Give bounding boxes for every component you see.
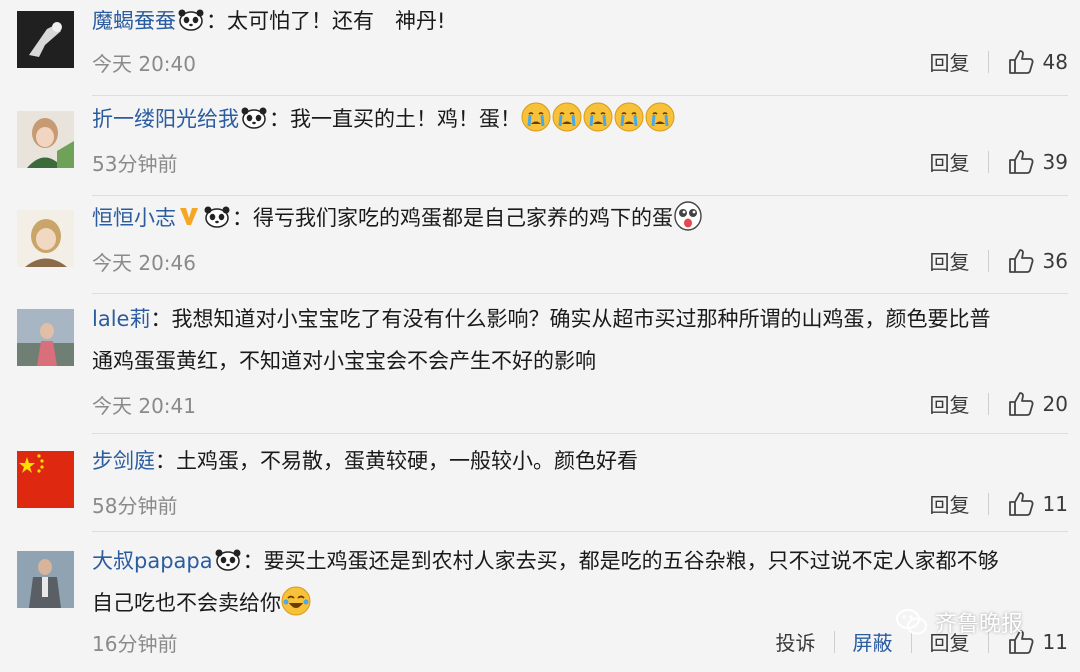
comment-actions: 回复 11 [930,489,1068,518]
comment-item: 折一缕阳光给我 ：我一直买的土！鸡！蛋！ 53分钟前 回复 39 [0,96,1080,196]
like-count: 39 [1042,149,1068,174]
like-count: 36 [1042,248,1068,273]
avatar[interactable] [17,551,74,608]
reply-button[interactable]: 回复 [930,147,970,176]
surprised-emoji-icon [673,201,704,231]
wechat-icon [896,609,927,635]
comment-body: 恒恒小志 ：得亏我们家吃的鸡蛋都是自己家养的鸡下的蛋 [92,197,1056,239]
comment-item: 大叔papapa ：要买土鸡蛋还是到农村人家去买，都是吃的五谷杂粮，只不过说不定人… [0,532,1080,672]
comment-item: 魔蝎蚕蚕 ：太可怕了！还有 神丹! 今天 20:40 回复 48 [0,0,1080,96]
watermark-text: 齐鲁晚报 [935,612,1024,637]
divider [833,630,835,653]
comment-time: 16分钟前 [92,632,178,656]
comment-text: 通鸡蛋蛋黄红，不知道对小宝宝会不会产生不好的影响 [92,349,596,373]
like-button[interactable]: 20 [1007,390,1068,418]
username-link[interactable]: 大叔papapa [92,549,213,573]
like-count: 20 [1042,391,1068,416]
thumbs-up-icon [1008,248,1034,273]
like-button[interactable]: 48 [1007,48,1068,76]
comment-text: 土鸡蛋，不易散，蛋黄较硬，一般较小。颜色好看 [176,449,638,473]
comment-text: 太可怕了！还有 神丹! [227,9,446,33]
comment-time: 今天 20:41 [92,394,196,418]
comment-body: 魔蝎蚕蚕 ：太可怕了！还有 神丹! [92,0,1056,42]
like-count: 11 [1042,629,1068,654]
username-link[interactable]: lale莉 [92,307,150,331]
username-link[interactable]: 折一缕阳光给我 [92,107,239,131]
comment-text: 要买土鸡蛋还是到农村人家去买，都是吃的五谷杂粮，只不过说不定人家都不够 [263,549,999,573]
comment-actions: 回复 39 [930,147,1068,176]
vip-badge-icon [178,199,200,225]
comment-time: 58分钟前 [92,494,178,518]
comment-body: lale莉：我想知道对小宝宝吃了有没有什么影响？确实从超市买过那种所谓的山鸡蛋，… [92,298,1056,382]
avatar[interactable] [17,309,74,366]
watermark: 齐鲁晚报 [895,606,1023,638]
comment-body: 折一缕阳光给我 ：我一直买的土！鸡！蛋！ [92,98,1056,140]
divider [987,492,989,515]
panda-icon [241,101,267,129]
reply-button[interactable]: 回复 [930,489,970,518]
comment-text: 自己吃也不会卖给你 [92,591,281,615]
divider [987,392,989,415]
thumbs-up-icon [1008,49,1034,74]
comment-text: 我一直买的土！鸡！蛋！ [290,107,521,131]
like-count: 11 [1042,491,1068,516]
thumbs-up-icon [1008,491,1034,516]
divider [987,150,989,173]
panda-icon [204,200,230,228]
like-button[interactable]: 36 [1007,247,1068,275]
panda-icon [178,3,204,31]
comment-item: lale莉：我想知道对小宝宝吃了有没有什么影响？确实从超市买过那种所谓的山鸡蛋，… [0,294,1080,434]
reply-button[interactable]: 回复 [930,47,970,76]
like-button[interactable]: 11 [1007,490,1068,518]
reply-button[interactable]: 回复 [930,389,970,418]
comment-time: 今天 20:46 [92,251,196,275]
comment-item: 步剑庭：土鸡蛋，不易散，蛋黄较硬，一般较小。颜色好看 58分钟前 回复 11 [0,434,1080,532]
username-link[interactable]: 恒恒小志 [92,206,176,230]
username-link[interactable]: 魔蝎蚕蚕 [92,9,176,33]
comment-text: 我想知道对小宝宝吃了有没有什么影响？确实从超市买过那种所谓的山鸡蛋，颜色要比普 [171,307,991,331]
thumbs-up-icon [1008,391,1034,416]
comment-actions: 回复 48 [930,47,1068,76]
panda-icon [215,543,241,571]
thumbs-up-icon [1008,149,1034,174]
like-button[interactable]: 39 [1007,148,1068,176]
avatar[interactable] [17,210,74,267]
avatar[interactable] [17,11,74,68]
divider [987,249,989,272]
comment-body: 步剑庭：土鸡蛋，不易散，蛋黄较硬，一般较小。颜色好看 [92,449,638,473]
comment-time: 53分钟前 [92,152,178,176]
laughing-emoji-icon [281,586,312,616]
avatar[interactable] [17,451,74,508]
comment-item: 恒恒小志 ：得亏我们家吃的鸡蛋都是自己家养的鸡下的蛋 今天 20:46 回复 36 [0,196,1080,294]
crying-emoji-icon [521,102,676,132]
divider [987,50,989,73]
report-button[interactable]: 投诉 [776,627,816,656]
like-count: 48 [1042,49,1068,74]
reply-button[interactable]: 回复 [930,246,970,275]
comment-text: 得亏我们家吃的鸡蛋都是自己家养的鸡下的蛋 [253,206,673,230]
username-link[interactable]: 步剑庭 [92,449,155,473]
avatar[interactable] [17,111,74,168]
comment-actions: 回复 20 [930,389,1068,418]
comment-actions: 回复 36 [930,246,1068,275]
comment-time: 今天 20:40 [92,52,196,76]
block-button[interactable]: 屏蔽 [853,627,893,656]
